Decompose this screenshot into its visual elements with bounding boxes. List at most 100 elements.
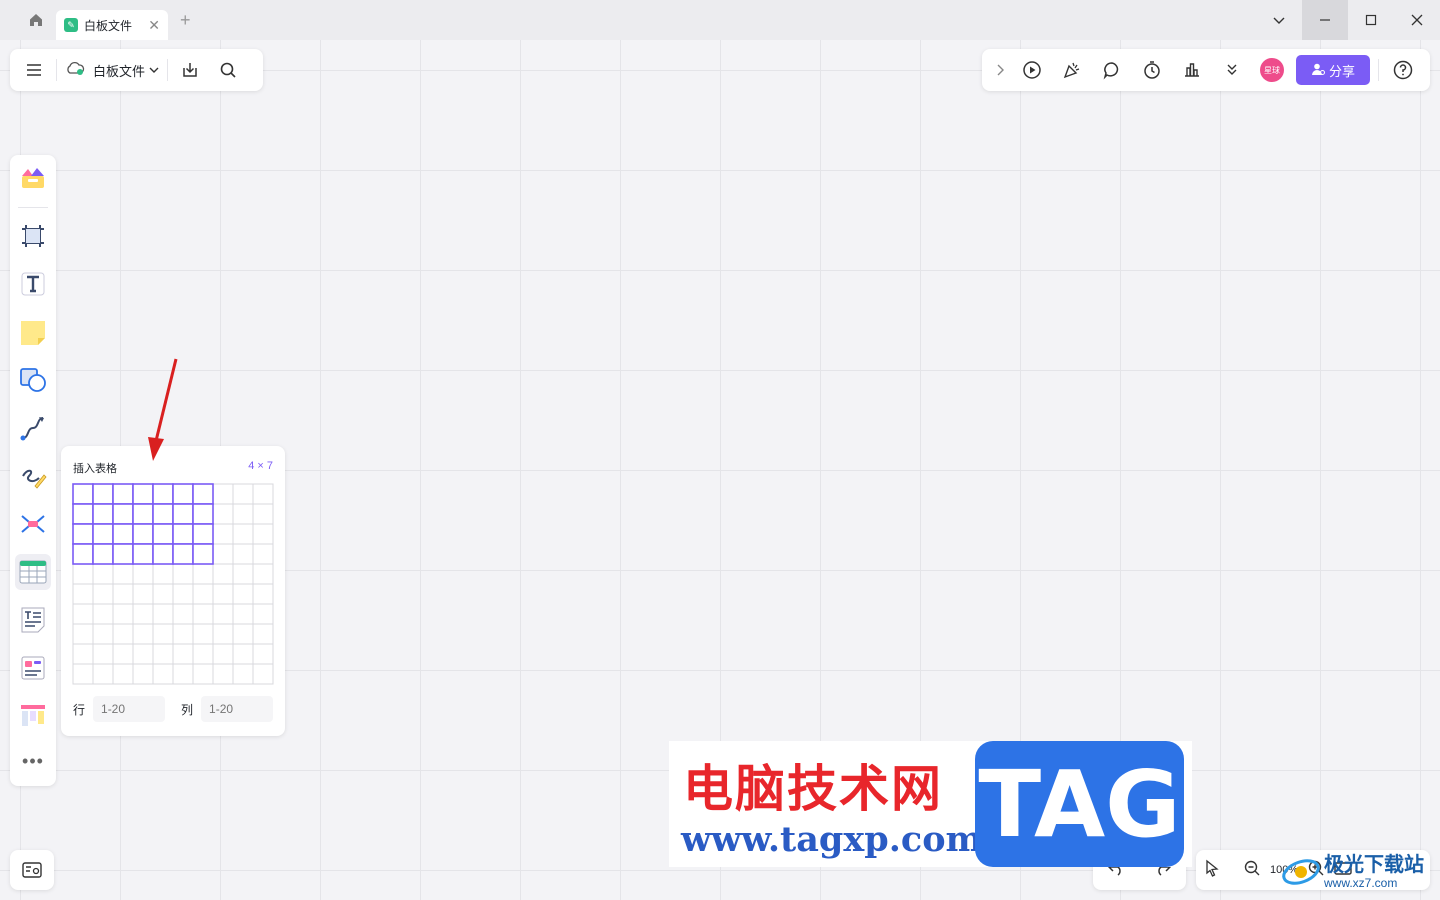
- table-grid-cell[interactable]: [232, 543, 254, 565]
- table-grid-cell[interactable]: [112, 563, 134, 585]
- table-grid-cell-selected[interactable]: [132, 503, 154, 525]
- table-grid-cell[interactable]: [192, 643, 214, 665]
- select-cursor-icon[interactable]: [1204, 859, 1220, 882]
- file-name[interactable]: 白板文件: [93, 61, 145, 80]
- table-grid-cell-selected[interactable]: [152, 483, 174, 505]
- table-grid-cell[interactable]: [132, 603, 154, 625]
- table-grid-cell[interactable]: [252, 583, 274, 605]
- table-grid-cell-selected[interactable]: [132, 543, 154, 565]
- search-icon[interactable]: [214, 56, 242, 84]
- close-window-button[interactable]: [1394, 0, 1440, 40]
- table-grid-cell[interactable]: [132, 583, 154, 605]
- table-grid-cell[interactable]: [212, 503, 234, 525]
- table-grid-cell-selected[interactable]: [192, 543, 214, 565]
- table-grid-cell[interactable]: [212, 563, 234, 585]
- table-grid-cell-selected[interactable]: [112, 523, 134, 545]
- table-grid-cell-selected[interactable]: [92, 523, 114, 545]
- table-grid-cell[interactable]: [152, 583, 174, 605]
- celebrate-icon[interactable]: [1052, 50, 1092, 90]
- table-grid-cell-selected[interactable]: [172, 523, 194, 545]
- table-grid-cell-selected[interactable]: [152, 543, 174, 565]
- expand-chevron-icon[interactable]: [988, 50, 1012, 90]
- table-grid-cell[interactable]: [172, 563, 194, 585]
- table-grid-cell[interactable]: [232, 623, 254, 645]
- maximize-button[interactable]: [1348, 0, 1394, 40]
- present-play-icon[interactable]: [1012, 50, 1052, 90]
- table-grid-cell[interactable]: [172, 663, 194, 685]
- column-count-input[interactable]: [201, 696, 274, 722]
- tab-list-dropdown-icon[interactable]: [1256, 0, 1302, 40]
- table-grid-cell[interactable]: [172, 643, 194, 665]
- table-grid-cell[interactable]: [232, 603, 254, 625]
- table-grid-cell-selected[interactable]: [112, 543, 134, 565]
- table-grid-cell[interactable]: [72, 623, 94, 645]
- table-grid-cell[interactable]: [92, 583, 114, 605]
- table-grid-cell[interactable]: [152, 563, 174, 585]
- vote-icon[interactable]: [1172, 50, 1212, 90]
- table-grid-cell[interactable]: [212, 523, 234, 545]
- table-grid-cell[interactable]: [252, 663, 274, 685]
- menu-icon[interactable]: [20, 56, 48, 84]
- shape-icon[interactable]: [15, 362, 51, 398]
- mindmap-icon[interactable]: [15, 506, 51, 542]
- table-grid-cell[interactable]: [232, 503, 254, 525]
- table-grid-cell-selected[interactable]: [192, 503, 214, 525]
- table-grid-cell[interactable]: [232, 583, 254, 605]
- pen-icon[interactable]: [15, 458, 51, 494]
- table-grid-cell[interactable]: [212, 663, 234, 685]
- table-grid-cell-selected[interactable]: [72, 543, 94, 565]
- table-grid-cell[interactable]: [192, 603, 214, 625]
- table-grid-cell[interactable]: [132, 623, 154, 645]
- table-grid-cell[interactable]: [232, 483, 254, 505]
- table-grid-cell-selected[interactable]: [92, 483, 114, 505]
- table-grid-cell[interactable]: [252, 503, 274, 525]
- table-grid-cell[interactable]: [112, 623, 134, 645]
- table-grid-cell[interactable]: [72, 663, 94, 685]
- table-grid-cell-selected[interactable]: [172, 503, 194, 525]
- table-grid-cell[interactable]: [252, 563, 274, 585]
- table-grid-cell[interactable]: [92, 623, 114, 645]
- table-grid-cell[interactable]: [92, 663, 114, 685]
- table-grid-cell[interactable]: [212, 583, 234, 605]
- table-grid-cell[interactable]: [72, 643, 94, 665]
- row-count-input[interactable]: [93, 696, 166, 722]
- card-icon[interactable]: [15, 650, 51, 686]
- table-grid-cell[interactable]: [152, 623, 174, 645]
- document-tab[interactable]: ✎ 白板文件 ✕: [56, 10, 168, 40]
- download-icon[interactable]: [176, 56, 204, 84]
- table-grid-cell[interactable]: [132, 663, 154, 685]
- table-grid-cell[interactable]: [152, 663, 174, 685]
- table-grid-cell[interactable]: [152, 643, 174, 665]
- table-grid-cell-selected[interactable]: [112, 503, 134, 525]
- table-grid-cell-selected[interactable]: [72, 523, 94, 545]
- table-grid-cell-selected[interactable]: [172, 483, 194, 505]
- table-grid-cell-selected[interactable]: [192, 483, 214, 505]
- table-grid-cell[interactable]: [212, 483, 234, 505]
- home-icon[interactable]: [16, 0, 56, 40]
- table-grid-cell[interactable]: [212, 603, 234, 625]
- table-grid-cell[interactable]: [92, 603, 114, 625]
- table-grid-cell[interactable]: [112, 663, 134, 685]
- table-grid-cell-selected[interactable]: [152, 523, 174, 545]
- table-grid-cell[interactable]: [232, 523, 254, 545]
- table-grid-cell-selected[interactable]: [132, 523, 154, 545]
- templates-icon[interactable]: [15, 161, 51, 197]
- table-grid-cell-selected[interactable]: [92, 543, 114, 565]
- frame-icon[interactable]: [15, 218, 51, 254]
- help-icon[interactable]: [1387, 50, 1419, 90]
- table-grid-cell[interactable]: [72, 563, 94, 585]
- table-grid-cell[interactable]: [112, 643, 134, 665]
- table-grid-cell-selected[interactable]: [192, 523, 214, 545]
- new-tab-button[interactable]: +: [180, 10, 191, 31]
- table-grid-cell-selected[interactable]: [72, 503, 94, 525]
- table-grid-cell[interactable]: [132, 643, 154, 665]
- table-grid-cell[interactable]: [192, 663, 214, 685]
- table-grid-cell-selected[interactable]: [132, 483, 154, 505]
- table-grid-cell[interactable]: [252, 603, 274, 625]
- table-grid-cell[interactable]: [232, 643, 254, 665]
- table-grid-cell[interactable]: [92, 563, 114, 585]
- table-grid-cell[interactable]: [212, 643, 234, 665]
- table-grid-cell-selected[interactable]: [152, 503, 174, 525]
- table-grid-cell[interactable]: [112, 583, 134, 605]
- text-document-icon[interactable]: [15, 602, 51, 638]
